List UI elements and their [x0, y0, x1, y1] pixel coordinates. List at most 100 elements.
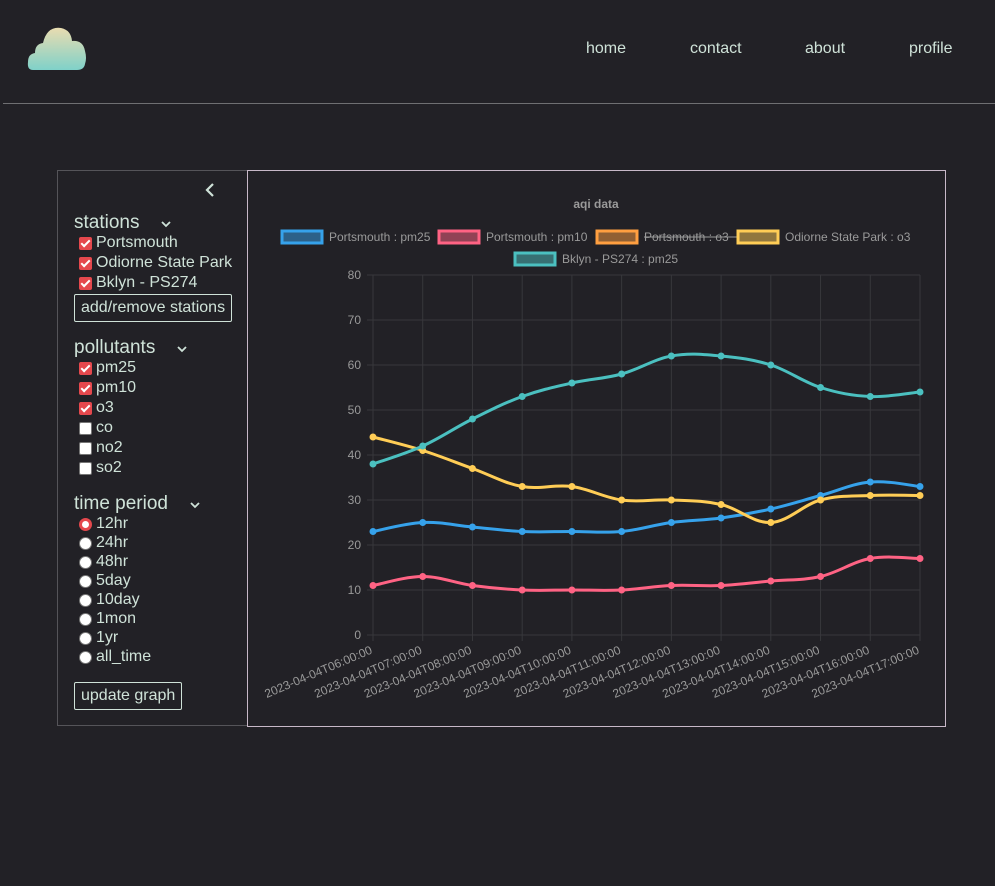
checkbox[interactable]	[79, 401, 92, 415]
time-period-radio-12hr[interactable]: 12hr	[79, 515, 128, 533]
data-point	[568, 379, 576, 387]
time-period-radio-all-time[interactable]: all_time	[79, 648, 151, 666]
radio-button[interactable]	[79, 536, 92, 550]
chevron-down-icon[interactable]	[177, 345, 187, 353]
checkbox-label: so2	[96, 459, 122, 476]
checkbox[interactable]	[79, 421, 92, 435]
chevron-down-icon[interactable]	[161, 220, 171, 228]
navbar: home contact about profile	[0, 0, 995, 104]
checkbox-label: Bklyn - PS274	[96, 274, 198, 291]
legend-swatch	[595, 229, 639, 245]
radio-label: 5day	[96, 572, 131, 589]
y-tick-label: 50	[348, 403, 362, 417]
data-point	[518, 586, 526, 594]
radio-label: all_time	[96, 648, 152, 665]
data-point	[767, 361, 775, 369]
stations-heading[interactable]: stations	[74, 212, 139, 234]
station-checkbox-odiorne[interactable]: Odiorne State Park	[79, 254, 232, 272]
y-tick-label: 60	[348, 358, 362, 372]
nav-link-home[interactable]: home	[586, 40, 626, 58]
station-checkbox-portsmouth[interactable]: Portsmouth	[79, 234, 178, 252]
data-point	[667, 519, 675, 526]
legend-label: Portsmouth : pm25	[329, 230, 431, 244]
y-tick-label: 20	[348, 538, 362, 552]
time-period-radio-5day[interactable]: 5day	[79, 572, 131, 590]
series-line	[372, 352, 921, 466]
pollutant-checkbox-pm10[interactable]: pm10	[79, 379, 136, 397]
data-point	[717, 352, 725, 360]
radio-button[interactable]	[79, 555, 92, 569]
add-remove-stations-button[interactable]: add/remove stations	[74, 294, 233, 322]
data-point	[717, 582, 725, 589]
checkbox[interactable]	[79, 256, 92, 270]
nav-link-contact[interactable]: contact	[690, 40, 742, 58]
data-point	[518, 483, 526, 490]
checkbox-label: Odiorne State Park	[96, 254, 233, 271]
y-tick-label: 30	[348, 493, 362, 507]
legend-swatch	[280, 229, 324, 245]
radio-button[interactable]	[79, 631, 92, 645]
checkbox[interactable]	[79, 461, 92, 475]
radio-button[interactable]	[79, 650, 92, 664]
checkbox[interactable]	[79, 441, 92, 455]
checkbox[interactable]	[79, 361, 92, 375]
time-period-radio-10day[interactable]: 10day	[79, 591, 140, 609]
data-point	[866, 393, 874, 400]
legend-swatch	[437, 229, 481, 245]
time-period-radio-24hr[interactable]: 24hr	[79, 534, 128, 552]
radio-label: 1mon	[96, 610, 137, 627]
checkbox-label: Portsmouth	[96, 234, 178, 251]
checkbox-label: no2	[96, 439, 123, 456]
data-point	[568, 586, 576, 594]
cloud-logo-icon[interactable]	[27, 24, 87, 72]
data-point	[618, 586, 626, 594]
legend-label: Bklyn - PS274 : pm25	[562, 252, 678, 266]
y-tick-label: 70	[348, 313, 362, 327]
data-point	[817, 496, 825, 504]
radio-button[interactable]	[79, 574, 92, 588]
data-point	[667, 582, 675, 589]
data-point	[468, 523, 476, 531]
time-period-radio-1yr[interactable]: 1yr	[79, 629, 118, 647]
nav-link-about[interactable]: about	[805, 40, 845, 58]
pollutants-heading[interactable]: pollutants	[74, 337, 155, 359]
radio-button[interactable]	[79, 593, 92, 607]
collapse-panel-chevron-left-icon[interactable]	[202, 180, 218, 200]
update-graph-button[interactable]: update graph	[74, 682, 183, 710]
checkbox[interactable]	[79, 276, 92, 290]
data-point	[369, 528, 377, 535]
chevron-down-icon[interactable]	[190, 501, 200, 509]
y-tick-label: 80	[348, 268, 362, 282]
checkbox-label: pm10	[96, 379, 137, 396]
radio-button[interactable]	[79, 612, 92, 626]
pollutant-checkbox-o3[interactable]: o3	[79, 399, 114, 417]
pollutant-checkbox-no2[interactable]: no2	[79, 439, 123, 457]
nav-link-profile[interactable]: profile	[909, 40, 953, 58]
radio-label: 48hr	[96, 553, 129, 570]
data-point	[419, 442, 427, 450]
time-period-radio-48hr[interactable]: 48hr	[79, 553, 128, 571]
legend-swatch	[736, 229, 780, 245]
data-point	[468, 465, 476, 472]
checkbox-label: pm25	[96, 359, 137, 376]
checkbox-label: co	[96, 419, 113, 436]
checkbox-label: o3	[96, 399, 114, 416]
data-point	[717, 514, 725, 522]
data-point	[518, 528, 526, 535]
time-period-radio-1mon[interactable]: 1mon	[79, 610, 136, 628]
data-point	[568, 528, 576, 535]
radio-button[interactable]	[79, 517, 92, 531]
pollutant-checkbox-pm25[interactable]: pm25	[79, 359, 136, 377]
pollutant-checkbox-co[interactable]: co	[79, 419, 113, 437]
checkbox[interactable]	[79, 236, 92, 250]
pollutant-checkbox-so2[interactable]: so2	[79, 459, 122, 477]
station-checkbox-bklyn[interactable]: Bklyn - PS274	[79, 274, 197, 292]
data-point	[866, 478, 874, 486]
data-point	[468, 582, 476, 589]
data-point	[667, 352, 675, 360]
time-period-heading[interactable]: time period	[74, 493, 168, 515]
checkbox[interactable]	[79, 381, 92, 395]
series-line	[372, 435, 921, 525]
data-point	[468, 415, 476, 423]
data-point	[419, 519, 427, 526]
